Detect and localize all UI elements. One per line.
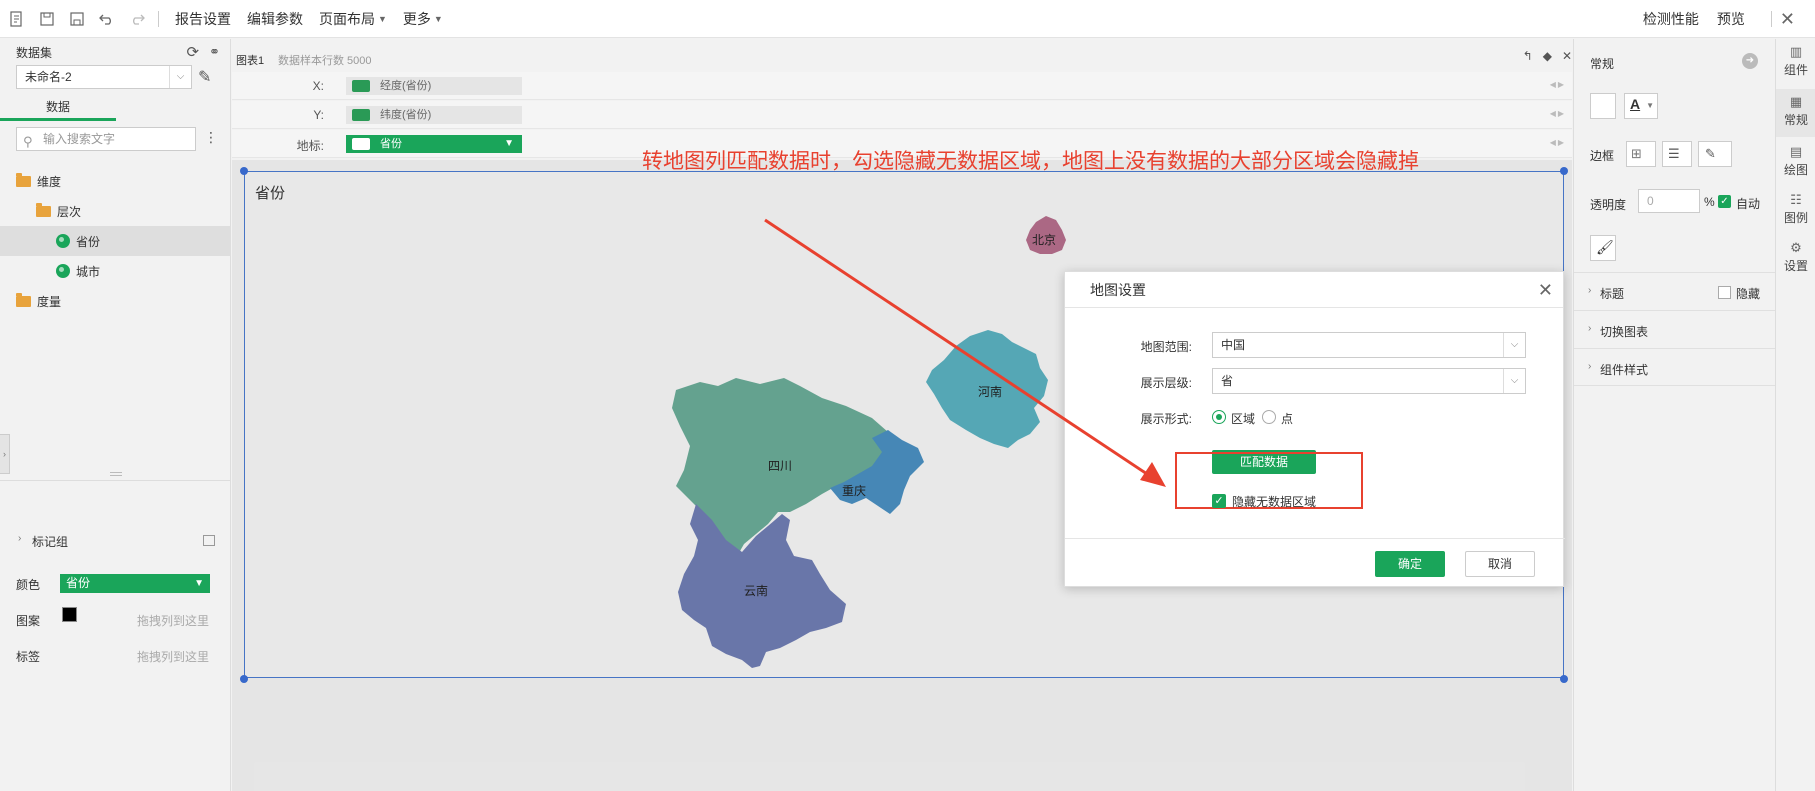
display-level-label: 展示层级: [1140,376,1192,390]
chart-icon: ▤ [1789,144,1803,159]
display-form-label: 展示形式: [1140,412,1192,426]
region-label: 河南 [978,384,1002,399]
dialog-footer-divider [1065,538,1565,539]
chevron-down-icon: ⌵ [1503,369,1525,393]
list-icon: ☷ [1790,192,1802,207]
ok-button[interactable]: 确定 [1375,551,1445,577]
hide-no-data-label: 隐藏无数据区域 [1232,495,1317,509]
section-component-style[interactable]: › 组件样式 [1574,348,1776,386]
line-style-icon: ☰ [1668,146,1680,161]
radio-point-label: 点 [1281,412,1294,426]
region-label: 重庆 [842,484,866,498]
auto-checkbox[interactable]: ✓ [1718,195,1731,208]
map-settings-dialog: 地图设置 ✕ 地图范围: 中国 ⌵ 展示层级: 省 ⌵ 展示形式: 区域 点 匹… [1064,271,1565,587]
tab-label: 图例 [1783,211,1808,225]
radio-area-label: 区域 [1231,412,1256,426]
tab-component[interactable]: ▥ 组件 [1776,39,1815,87]
dialog-title: 地图设置 [1090,282,1146,298]
hide-title-checkbox[interactable] [1718,286,1731,299]
section-switch-chart[interactable]: › 切换图表 [1574,310,1776,348]
annotation-text: 转地图列匹配数据时，勾选隐藏无数据区域，地图上没有数据的大部分区域会隐藏掉 [642,150,1419,173]
tab-draw[interactable]: ▤ 绘图 [1776,139,1815,187]
grid-border-icon: ⊞ [1631,146,1642,161]
auto-label: 自动 [1736,197,1761,211]
border-type-picker[interactable]: ⊞ [1626,141,1656,167]
tab-label: 绘图 [1783,163,1808,177]
border-style-picker[interactable]: ☰ [1662,141,1692,167]
brush-icon: 🖌 [1596,239,1614,255]
radio-area[interactable] [1212,410,1226,424]
display-level-select[interactable]: 省 ⌵ [1212,368,1526,394]
tab-label: 设置 [1783,259,1808,273]
map-range-select[interactable]: 中国 ⌵ [1212,332,1526,358]
border-label: 边框 [1590,149,1615,163]
chevron-down-icon: ⌵ [1503,333,1525,357]
map-range-label: 地图范围: [1140,340,1192,354]
tab-general[interactable]: ▦ 常规 [1776,89,1815,137]
hide-title-label: 隐藏 [1736,287,1761,301]
opacity-input[interactable]: 0 [1638,189,1700,213]
display-form-row: 展示形式: 区域 点 [1065,404,1565,430]
section-label: 切换图表 [1600,325,1649,339]
chevron-right-icon: › [1588,285,1592,296]
font-color-icon: A [1630,96,1641,112]
pen-icon: ✎ [1705,146,1716,161]
chevron-down-icon: ▼ [1646,101,1654,110]
radio-point[interactable] [1262,410,1276,424]
opacity-value: 0 [1647,194,1654,208]
tab-legend[interactable]: ☷ 图例 [1776,187,1815,235]
section-title[interactable]: › 标题 隐藏 [1574,272,1776,310]
region-label: 云南 [744,583,768,598]
hide-no-data-checkbox[interactable]: ✓ [1212,494,1226,508]
gear-icon: ⚙ [1790,240,1802,255]
panel-title: 常规 [1590,57,1615,71]
map-range-row: 地图范围: 中国 ⌵ [1065,332,1565,358]
region-label: 北京 [1032,233,1056,247]
tab-settings[interactable]: ⚙ 设置 [1776,235,1815,283]
format-painter-button[interactable]: 🖌 [1590,235,1616,261]
border-color-picker[interactable]: ✎ [1698,141,1732,167]
tab-label: 组件 [1783,63,1808,77]
opacity-unit: % [1704,195,1715,209]
section-label: 标题 [1600,287,1625,301]
display-level-row: 展示层级: 省 ⌵ [1065,368,1565,394]
opacity-label: 透明度 [1590,198,1627,212]
region-label: 四川 [768,459,792,473]
grid-icon: ▦ [1789,94,1803,109]
cancel-button[interactable]: 取消 [1465,551,1535,577]
dialog-header: 地图设置 ✕ [1065,272,1563,308]
bar-chart-icon: ▥ [1789,44,1803,59]
side-tab-bar: ▥ 组件 ▦ 常规 ▤ 绘图 ☷ 图例 ⚙ 设置 [1775,39,1815,791]
display-level-value: 省 [1221,374,1234,388]
properties-panel: 常规 ➜ A ▼ 边框 ⊞ ☰ ✎ 透明度 0 % ✓ 自动 🖌 › 标题 隐藏… [1573,39,1776,791]
chevron-right-icon: › [1588,361,1592,372]
go-arrow-icon[interactable]: ➜ [1742,53,1758,69]
map-range-value: 中国 [1221,338,1246,352]
chevron-right-icon: › [1588,323,1592,334]
font-color-picker[interactable]: A ▼ [1624,93,1658,119]
fill-color-picker[interactable] [1590,93,1616,119]
tab-label: 常规 [1783,113,1808,127]
section-label: 组件样式 [1600,363,1649,377]
close-icon[interactable]: ✕ [1538,272,1553,308]
